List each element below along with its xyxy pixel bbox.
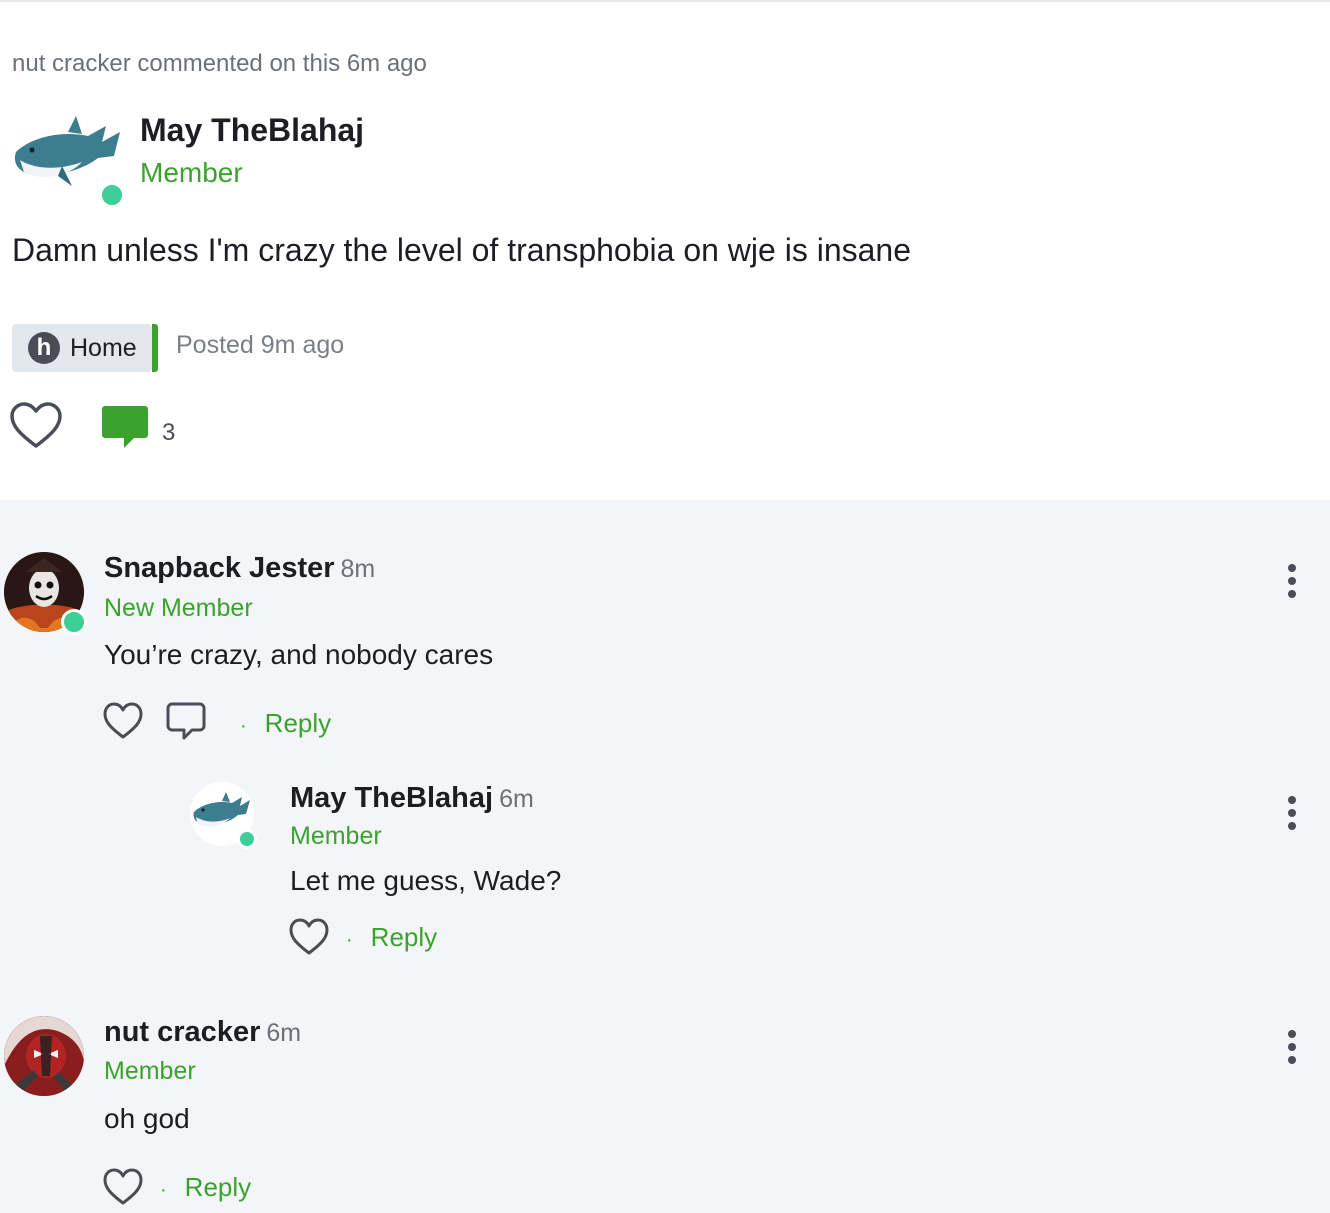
- space-h-icon: h: [28, 332, 60, 364]
- reply-label[interactable]: Reply: [371, 922, 437, 952]
- comment-text: You’re crazy, and nobody cares: [104, 639, 494, 670]
- comment-time: 8m: [340, 555, 376, 583]
- space-chip-label: Home: [70, 333, 137, 362]
- reply-label[interactable]: Reply: [265, 708, 331, 738]
- activity-line: nut cracker commented on this 6m ago: [12, 50, 427, 77]
- top-divider: [0, 0, 1330, 2]
- deadpool-avatar-image: [4, 1016, 84, 1096]
- comment-text: Let me guess, Wade?: [290, 865, 562, 896]
- comment-author-role: Member: [290, 822, 382, 850]
- comment-kebab-menu-icon[interactable]: [1282, 796, 1302, 836]
- comment-author-nut-cracker[interactable]: nut cracker 6m: [104, 1016, 301, 1049]
- comment-time: 6m: [266, 1019, 302, 1047]
- comments-section: Snapback Jester 8m New Member You’re craz…: [0, 500, 1330, 1213]
- comment-author-name[interactable]: Snapback Jester: [104, 552, 335, 584]
- comment-like-heart-icon[interactable]: [289, 918, 329, 956]
- post-comment-count: 3: [162, 419, 176, 446]
- comment-time: 6m: [499, 785, 534, 813]
- post-author-avatar[interactable]: [10, 112, 126, 208]
- online-status-dot: [61, 609, 87, 635]
- comment-like-heart-icon[interactable]: [103, 1168, 143, 1206]
- comment-kebab-menu-icon[interactable]: [1282, 564, 1302, 604]
- post-author-name[interactable]: May TheBlahaj: [140, 112, 364, 149]
- online-status-dot: [99, 182, 125, 208]
- reply-label[interactable]: Reply: [185, 1172, 251, 1202]
- post-author-role: Member: [140, 157, 243, 188]
- comment-author-snapback-jester[interactable]: Snapback Jester 8m: [104, 552, 375, 585]
- comment-reply-link[interactable]: · Reply: [346, 922, 437, 953]
- comment-author-role: Member: [104, 1057, 196, 1085]
- online-status-dot: [237, 829, 257, 849]
- space-chip-home[interactable]: h Home: [12, 324, 158, 372]
- comment-author-role: New Member: [104, 594, 253, 622]
- comment-author-name[interactable]: May TheBlahaj: [290, 782, 493, 814]
- posted-time: Posted 9m ago: [176, 331, 345, 359]
- post-like-heart-icon[interactable]: [10, 402, 62, 450]
- comment-author-name[interactable]: nut cracker: [104, 1016, 260, 1048]
- comment-reply-link[interactable]: · Reply: [160, 1172, 251, 1203]
- separator-dot: ·: [240, 715, 247, 737]
- comment-like-heart-icon[interactable]: [103, 702, 143, 740]
- space-chip-accent: [152, 324, 158, 372]
- comment-kebab-menu-icon[interactable]: [1282, 1030, 1302, 1070]
- reply-author-may-theblahaj[interactable]: May TheBlahaj 6m: [290, 782, 534, 815]
- comment-reply-bubble-icon[interactable]: [166, 702, 206, 740]
- comment-reply-link[interactable]: · Reply: [240, 708, 331, 739]
- comment-text: oh god: [104, 1103, 190, 1134]
- separator-dot: ·: [346, 929, 353, 951]
- comment-avatar-nut-cracker[interactable]: [4, 1016, 84, 1096]
- post-body: Damn unless I'm crazy the level of trans…: [12, 232, 911, 268]
- separator-dot: ·: [160, 1179, 167, 1201]
- post-comments-bubble-icon[interactable]: [100, 404, 150, 452]
